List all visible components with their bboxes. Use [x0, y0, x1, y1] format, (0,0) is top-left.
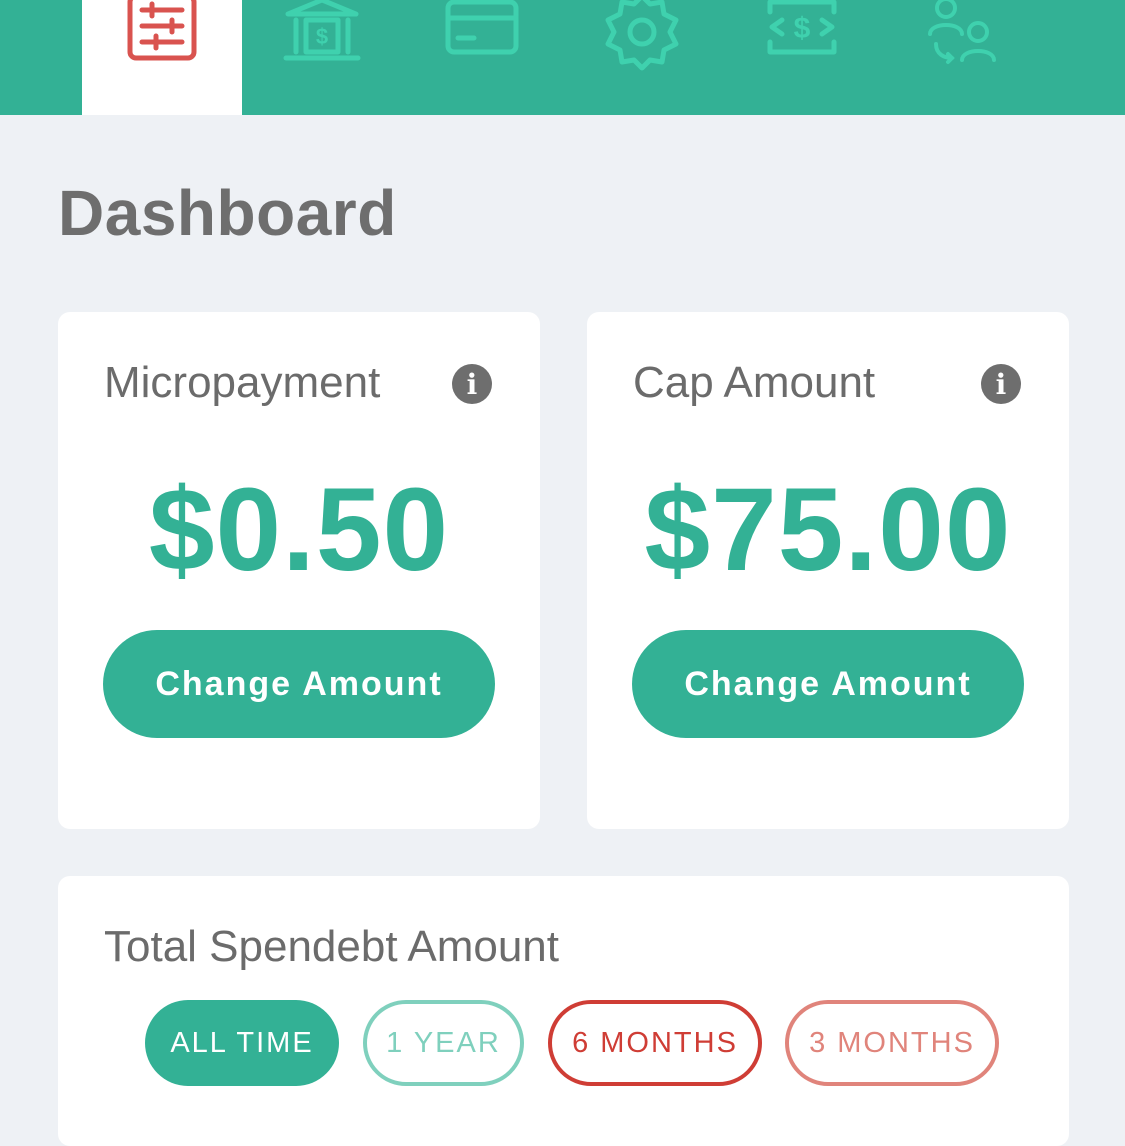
tab-bank[interactable]: $: [242, 0, 402, 115]
period-3-months[interactable]: 3 MONTHS: [785, 1000, 999, 1086]
cap-amount-card: Cap Amount i $75.00 Change Amount: [587, 312, 1069, 829]
period-1-year[interactable]: 1 YEAR: [363, 1000, 524, 1086]
cap-amount-value: $75.00: [644, 464, 1012, 596]
user-switch-icon: [928, 0, 996, 64]
info-icon[interactable]: i: [452, 364, 492, 404]
info-icon[interactable]: i: [981, 364, 1021, 404]
bank-icon: $: [283, 0, 361, 61]
list-settings-icon: [127, 0, 197, 61]
tab-cards[interactable]: [402, 0, 562, 115]
tab-transfers[interactable]: $: [722, 0, 882, 115]
cap-amount-title: Cap Amount: [633, 358, 876, 407]
top-nav-bar: $ $: [0, 0, 1125, 115]
micropayment-card: Micropayment i $0.50 Change Amount: [58, 312, 540, 829]
tab-users[interactable]: [882, 0, 1042, 115]
svg-text:$: $: [316, 24, 328, 49]
gear-icon: [605, 0, 679, 71]
tab-settings[interactable]: [562, 0, 722, 115]
credit-card-icon: [445, 0, 519, 55]
period-filter: ALL TIME 1 YEAR 6 MONTHS 3 MONTHS: [58, 1000, 1069, 1086]
money-transfer-icon: $: [767, 0, 837, 55]
tab-dashboard[interactable]: [82, 0, 242, 115]
period-6-months[interactable]: 6 MONTHS: [548, 1000, 762, 1086]
page-title: Dashboard: [58, 177, 397, 249]
micropayment-amount: $0.50: [148, 464, 450, 596]
period-all-time[interactable]: ALL TIME: [145, 1000, 339, 1086]
micropayment-title: Micropayment: [104, 358, 381, 407]
total-spend-title: Total Spendebt Amount: [104, 922, 559, 971]
change-cap-amount-button[interactable]: Change Amount: [632, 630, 1024, 738]
total-spend-card: Total Spendebt Amount ALL TIME 1 YEAR 6 …: [58, 876, 1069, 1146]
svg-text:$: $: [794, 12, 811, 45]
change-micropayment-button[interactable]: Change Amount: [103, 630, 495, 738]
